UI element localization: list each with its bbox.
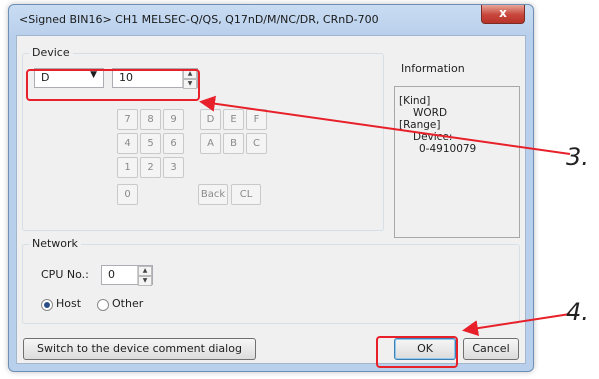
other-label: Other bbox=[112, 297, 144, 310]
info-device-range: 0-4910079 bbox=[419, 143, 477, 155]
device-dialog-window: <Signed BIN16> CH1 MELSEC-Q/QS, Q17nD/M/… bbox=[8, 4, 534, 372]
title-bar[interactable]: <Signed BIN16> CH1 MELSEC-Q/QS, Q17nD/M/… bbox=[9, 5, 533, 33]
key-c[interactable]: C bbox=[246, 133, 267, 154]
information-panel: [Kind] WORD [Range] Device: 0-4910079 bbox=[394, 86, 520, 238]
cpu-no-value: 0 bbox=[108, 268, 115, 281]
cpu-no-stepper[interactable]: 0 ▲ ▼ bbox=[101, 265, 153, 286]
info-kind-label: [Kind] bbox=[399, 95, 431, 107]
info-device-label: Device: bbox=[413, 131, 453, 143]
key-0[interactable]: 0 bbox=[117, 184, 138, 205]
window-title: <Signed BIN16> CH1 MELSEC-Q/QS, Q17nD/M/… bbox=[19, 13, 379, 26]
key-a[interactable]: A bbox=[200, 133, 221, 154]
cpu-no-label: CPU No.: bbox=[41, 268, 89, 281]
network-group-label: Network bbox=[29, 237, 81, 250]
other-radio[interactable] bbox=[97, 299, 109, 311]
key-6[interactable]: 6 bbox=[163, 133, 184, 154]
clear-key[interactable]: CL bbox=[231, 184, 261, 205]
cpu-stepper-buttons: ▲ ▼ bbox=[137, 266, 152, 286]
key-1[interactable]: 1 bbox=[117, 157, 138, 178]
key-9[interactable]: 9 bbox=[163, 109, 184, 130]
host-radio[interactable] bbox=[41, 299, 53, 311]
key-d[interactable]: D bbox=[200, 109, 221, 130]
key-2[interactable]: 2 bbox=[140, 157, 161, 178]
cpu-stepper-down-icon[interactable]: ▼ bbox=[138, 276, 152, 286]
key-4[interactable]: 4 bbox=[117, 133, 138, 154]
key-3[interactable]: 3 bbox=[163, 157, 184, 178]
cpu-stepper-up-icon[interactable]: ▲ bbox=[138, 266, 152, 276]
information-title: Information bbox=[401, 62, 465, 75]
back-key[interactable]: Back bbox=[198, 184, 228, 205]
host-label: Host bbox=[56, 297, 82, 310]
device-input-highlight bbox=[26, 69, 200, 101]
key-e[interactable]: E bbox=[223, 109, 244, 130]
network-group: Network bbox=[22, 237, 520, 324]
close-button[interactable]: x bbox=[481, 5, 525, 24]
key-5[interactable]: 5 bbox=[140, 133, 161, 154]
key-8[interactable]: 8 bbox=[140, 109, 161, 130]
info-kind-value: WORD bbox=[413, 107, 448, 119]
step4-callout: 4. bbox=[566, 298, 589, 326]
switch-to-comment-dialog-button[interactable]: Switch to the device comment dialog bbox=[23, 338, 256, 360]
step3-callout: 3. bbox=[566, 143, 589, 171]
key-b[interactable]: B bbox=[223, 133, 244, 154]
info-range-label: [Range] bbox=[399, 119, 441, 131]
ok-button-highlight bbox=[376, 336, 458, 368]
cancel-button[interactable]: Cancel bbox=[463, 338, 519, 360]
key-f[interactable]: F bbox=[246, 109, 267, 130]
device-group-label: Device bbox=[29, 46, 73, 59]
key-7[interactable]: 7 bbox=[117, 109, 138, 130]
